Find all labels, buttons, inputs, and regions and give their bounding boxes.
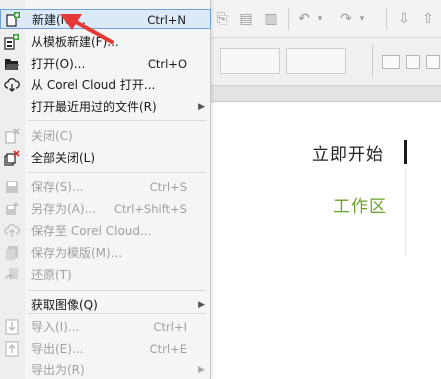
- submenu-arrow-icon: ▶: [198, 365, 205, 375]
- save-template-icon: [4, 245, 20, 261]
- close-document-icon: [4, 128, 20, 144]
- save-icon: [4, 179, 20, 195]
- menu-item-save[interactable]: 保存(S)... Ctrl+S: [0, 177, 211, 197]
- paste-icon[interactable]: ▤: [236, 9, 256, 29]
- menu-item-acquire-image[interactable]: 获取图像(Q) ▶: [0, 295, 211, 315]
- menu-item-export[interactable]: 导出(E)... Ctrl+E: [0, 339, 211, 359]
- menu-separator: [28, 172, 206, 173]
- close-all-icon: [4, 150, 20, 166]
- page-layout-icon[interactable]: [426, 55, 440, 69]
- menu-item-shortcut: Ctrl+Shift+S: [113, 202, 187, 216]
- menu-item-label: 导出(E)...: [31, 342, 84, 356]
- menu-item-label: 打开最近用过的文件(R): [31, 100, 157, 114]
- save-as-icon: [4, 201, 20, 217]
- new-from-template-icon: [4, 34, 20, 50]
- menu-item-close[interactable]: 关闭(C): [0, 126, 211, 146]
- menu-separator: [28, 313, 206, 314]
- import-toolbar-icon[interactable]: ⇩: [394, 9, 414, 29]
- export-toolbar-icon[interactable]: ⇧: [418, 9, 438, 29]
- menu-separator: [28, 290, 206, 291]
- redo-dropdown-icon[interactable]: ▾: [356, 9, 368, 29]
- welcome-screen: 立即开始 工作区: [211, 102, 441, 379]
- menu-item-import[interactable]: 导入(I)... Ctrl+I: [0, 317, 211, 337]
- menu-item-open-recent[interactable]: 打开最近用过的文件(R) ▶: [0, 97, 211, 117]
- nav-get-started[interactable]: 立即开始: [312, 140, 384, 165]
- import-icon: [4, 319, 20, 335]
- menu-item-label: 从 Corel Cloud 打开...: [31, 78, 156, 92]
- menu-item-open[interactable]: 打开(O)... Ctrl+O: [0, 54, 211, 74]
- menu-item-export-as[interactable]: 导出为(R) ▶: [0, 360, 211, 379]
- toolbar-divider: [288, 8, 289, 30]
- menu-item-label: 另存为(A)...: [31, 202, 97, 216]
- menu-item-shortcut: Ctrl+S: [149, 180, 187, 194]
- nav-rail-divider: [405, 168, 406, 256]
- menu-separator: [28, 120, 206, 121]
- submenu-arrow-icon: ▶: [198, 102, 205, 112]
- revert-icon: [4, 267, 20, 283]
- menu-item-close-all[interactable]: 全部关闭(L): [0, 148, 211, 168]
- menu-item-shortcut: Ctrl+O: [147, 57, 187, 71]
- toolbar-divider: [386, 8, 387, 30]
- cloud-upload-icon: [4, 223, 20, 239]
- landscape-icon[interactable]: [406, 55, 420, 69]
- menu-item-shortcut: Ctrl+I: [153, 320, 188, 334]
- menu-item-save-to-cloud[interactable]: 保存至 Corel Cloud...: [0, 221, 211, 241]
- new-document-icon: [5, 12, 21, 28]
- property-field[interactable]: [286, 48, 346, 74]
- redo-icon[interactable]: ↷: [336, 9, 356, 29]
- portrait-icon[interactable]: [382, 55, 400, 69]
- menu-item-label: 保存(S)...: [31, 180, 84, 194]
- menu-item-revert[interactable]: 还原(T): [0, 265, 211, 285]
- undo-dropdown-icon[interactable]: ▾: [314, 9, 326, 29]
- menu-item-label: 保存为模版(M)...: [31, 246, 123, 260]
- menu-item-save-as[interactable]: 另存为(A)... Ctrl+Shift+S: [0, 199, 211, 219]
- menu-item-shortcut: Ctrl+E: [149, 342, 187, 356]
- undo-icon[interactable]: ↶: [294, 9, 314, 29]
- export-icon: [4, 341, 20, 357]
- clipboard-icon[interactable]: ▥: [262, 9, 280, 29]
- menu-item-label: 保存至 Corel Cloud...: [31, 224, 152, 238]
- property-field[interactable]: [220, 48, 280, 74]
- copy-icon[interactable]: ⎘: [212, 9, 232, 29]
- toolbar-divider: [372, 44, 373, 78]
- menu-item-label: 导出为(R): [31, 363, 85, 377]
- menu-item-shortcut: Ctrl+N: [147, 13, 186, 27]
- menu-item-save-as-template[interactable]: 保存为模版(M)...: [0, 243, 211, 263]
- menu-item-label: 还原(T): [31, 268, 72, 282]
- cloud-download-icon: [4, 77, 20, 93]
- annotation-arrow: [60, 14, 114, 44]
- submenu-arrow-icon: ▶: [198, 300, 205, 310]
- file-menu: 新建(N)... Ctrl+N 从模板新建(F)... 打开(O)... Ctr…: [0, 0, 211, 379]
- active-nav-indicator: [404, 140, 407, 164]
- nav-workspace[interactable]: 工作区: [333, 192, 387, 217]
- menu-item-open-from-cloud[interactable]: 从 Corel Cloud 打开...: [0, 75, 211, 95]
- menu-item-label: 打开(O)...: [31, 57, 86, 71]
- menu-item-label: 获取图像(Q): [31, 298, 98, 312]
- menu-item-label: 全部关闭(L): [31, 151, 96, 165]
- menu-item-label: 导入(I)...: [31, 320, 80, 334]
- folder-open-icon: [4, 56, 20, 72]
- menu-item-label: 关闭(C): [31, 129, 73, 143]
